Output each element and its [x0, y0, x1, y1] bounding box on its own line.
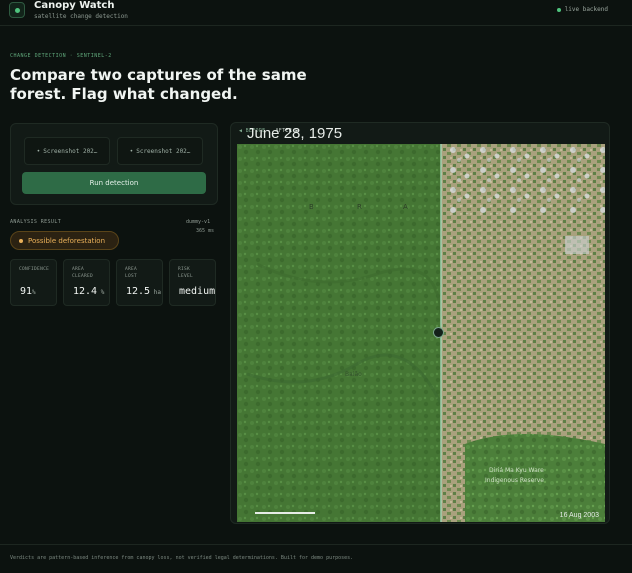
- metric-risk-level: RISK LEVEL medium: [169, 259, 216, 306]
- metric-label: AREA LOST: [125, 267, 138, 279]
- status-dot-icon: [556, 7, 561, 12]
- app-title: Canopy Watch: [34, 0, 115, 11]
- bullet-icon: •: [36, 147, 41, 155]
- file-picker-before[interactable]: • Screenshot 202…: [24, 137, 110, 165]
- metric-value: 12.5 ha: [126, 286, 161, 297]
- file-name-after: Screenshot 202…: [136, 147, 191, 155]
- logo-icon: [9, 2, 25, 18]
- analysis-heading: ANALYSIS RESULT: [10, 219, 62, 225]
- map-letter: A: [403, 203, 408, 211]
- file-name-before: Screenshot 202…: [43, 147, 98, 155]
- app-subtitle: satellite change detection: [34, 13, 128, 20]
- comparison-viewer: ◀ BEFORE AFTER ▶ B R A Baião Diriá Ma Ky…: [230, 122, 610, 524]
- reserve-name-line2: Indigenous Reserve: [485, 477, 544, 484]
- footer-disclaimer: Verdicts are pattern-based inference fro…: [10, 555, 354, 561]
- upload-panel: • Screenshot 202… • Screenshot 202… Run …: [10, 123, 218, 205]
- metric-confidence: CONFIDENCE 91%: [10, 259, 57, 306]
- metric-value: 12.4 %: [73, 286, 105, 297]
- warning-dot-icon: [19, 238, 23, 243]
- metric-area-cleared: AREA CLEARED 12.4 %: [63, 259, 110, 306]
- latency-value: 365 ms: [196, 228, 215, 234]
- top-bar: Canopy Watch satellite change detection …: [0, 0, 632, 26]
- run-detection-button[interactable]: Run detection: [22, 172, 206, 194]
- backend-status-label: live backend: [564, 6, 608, 13]
- metric-area-lost: AREA LOST 12.5 ha: [116, 259, 163, 306]
- metric-label: RISK LEVEL: [178, 267, 194, 279]
- satellite-image: B R A Baião Diriá Ma Kyu Ware Indigenous…: [237, 144, 605, 522]
- before-date: June 28, 1975: [247, 125, 343, 142]
- verdict-badge: Possible deforestation: [10, 231, 119, 250]
- metric-label: AREA CLEARED: [72, 267, 94, 279]
- after-date: 16 Aug 2003: [559, 512, 599, 519]
- reserve-name: Diriá Ma Kyu Ware: [489, 467, 544, 474]
- metric-value: medium: [179, 286, 216, 297]
- page-title: Compare two captures of the same forest.…: [10, 66, 307, 103]
- bullet-icon: •: [129, 147, 134, 155]
- file-picker-after[interactable]: • Screenshot 202…: [117, 137, 203, 165]
- slider-handle[interactable]: [433, 327, 444, 338]
- map-letter: B: [309, 203, 314, 211]
- footer-divider: [0, 544, 632, 545]
- verdict-label: Possible deforestation: [28, 236, 106, 245]
- map-letter: R: [357, 203, 362, 211]
- model-name: dummy-v1: [186, 219, 211, 225]
- eyebrow-label: CHANGE DETECTION · SENTINEL-2: [10, 53, 112, 59]
- metric-label: CONFIDENCE: [19, 267, 50, 272]
- map-place: Baião: [345, 371, 362, 378]
- metric-value: 91%: [20, 286, 36, 297]
- backend-status: live backend: [556, 6, 608, 13]
